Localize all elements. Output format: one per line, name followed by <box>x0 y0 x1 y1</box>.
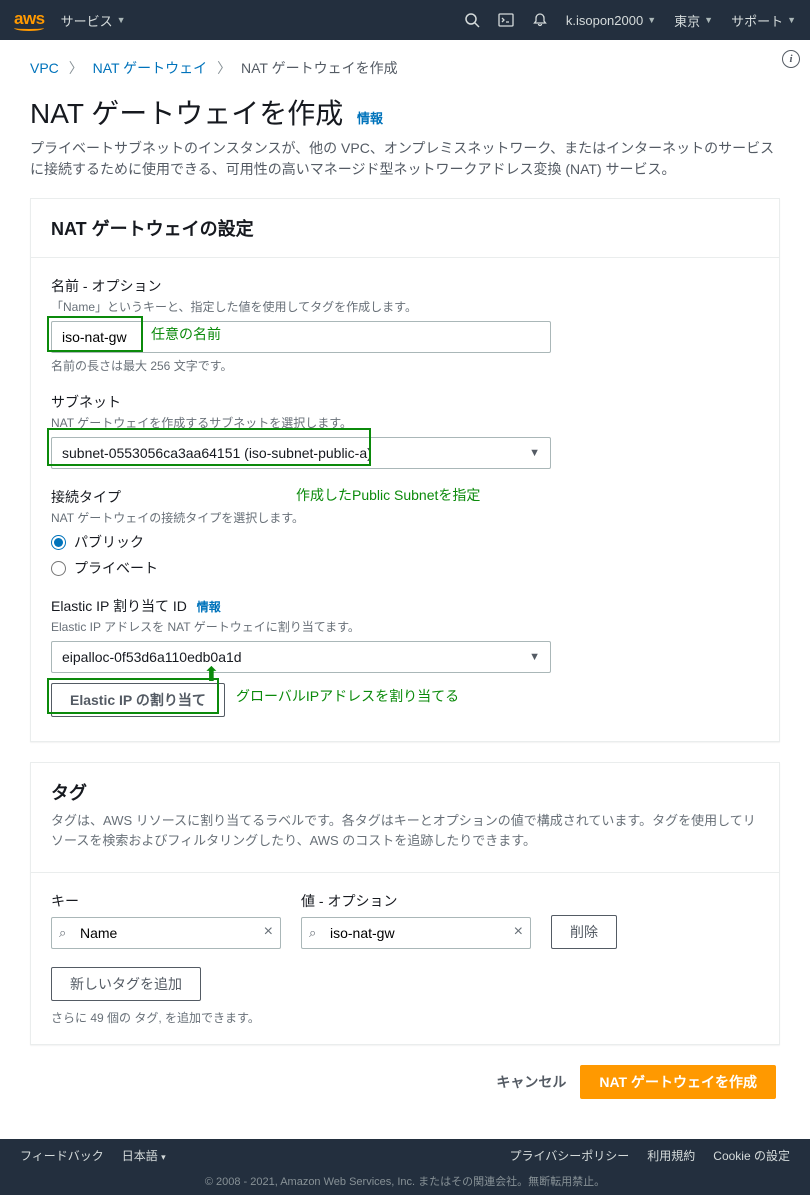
conn-hint: NAT ゲートウェイの接続タイプを選択します。 <box>51 509 759 526</box>
subnet-label: サブネット <box>51 392 759 412</box>
create-natgw-button[interactable]: NAT ゲートウェイを作成 <box>580 1065 776 1099</box>
cookie-link[interactable]: Cookie の設定 <box>713 1147 790 1164</box>
tag-value-input[interactable] <box>301 917 531 949</box>
annotation-name: 任意の名前 <box>151 324 221 344</box>
conn-private-label: プライベート <box>74 558 158 578</box>
copyright: © 2008 - 2021, Amazon Web Services, Inc.… <box>205 1176 605 1188</box>
name-hint: 「Name」というキーと、指定した値を使用してタグを作成します。 <box>51 298 759 315</box>
breadcrumb-current: NAT ゲートウェイを作成 <box>241 60 398 76</box>
subnet-select[interactable]: subnet-0553056ca3aa64151 (iso-subnet-pub… <box>51 437 551 469</box>
services-menu[interactable]: サービス▼ <box>61 11 126 30</box>
delete-tag-button[interactable]: 削除 <box>551 915 617 949</box>
feedback-link[interactable]: フィードバック <box>20 1147 104 1164</box>
tags-remaining: さらに 49 個の タグ, を追加できます。 <box>51 1009 759 1026</box>
top-navigation: aws サービス▼ k.isopon2000▼ 東京▼ サポート▼ <box>0 0 810 40</box>
region-menu[interactable]: 東京▼ <box>674 11 713 30</box>
settings-panel: NAT ゲートウェイの設定 名前 - オプション 「Name」というキーと、指定… <box>30 198 780 742</box>
terms-link[interactable]: 利用規約 <box>647 1147 695 1164</box>
breadcrumb: VPC 〉 NAT ゲートウェイ 〉 NAT ゲートウェイを作成 <box>30 58 780 78</box>
conn-public-label: パブリック <box>74 532 144 552</box>
cloudshell-icon[interactable] <box>498 12 514 28</box>
eip-hint: Elastic IP アドレスを NAT ゲートウェイに割り当てます。 <box>51 618 759 635</box>
conn-public-radio[interactable] <box>51 535 66 550</box>
tags-desc: タグは、AWS リソースに割り当てるラベルです。各タグはキーとオプションの値で構… <box>51 811 759 850</box>
name-note: 名前の長さは最大 256 文字です。 <box>51 357 759 374</box>
tags-panel: タグ タグは、AWS リソースに割り当てるラベルです。各タグはキーとオプションの… <box>30 762 780 1045</box>
page-info-link[interactable]: 情報 <box>357 111 383 126</box>
chevron-down-icon: ▼ <box>529 651 540 663</box>
clear-icon[interactable]: × <box>264 923 273 941</box>
search-icon: ⌕ <box>59 925 66 941</box>
privacy-link[interactable]: プライバシーポリシー <box>510 1147 630 1164</box>
add-tag-button[interactable]: 新しいタグを追加 <box>51 967 201 1001</box>
notifications-icon[interactable] <box>532 12 548 28</box>
language-menu[interactable]: 日本語 ▾ <box>122 1147 166 1164</box>
settings-header: NAT ゲートウェイの設定 <box>51 215 759 241</box>
tag-key-label: キー <box>51 891 281 911</box>
aws-logo[interactable]: aws <box>14 9 45 31</box>
annotation-subnet: 作成したPublic Subnetを指定 <box>296 485 480 505</box>
tag-key-input[interactable] <box>51 917 281 949</box>
search-icon[interactable] <box>464 12 480 28</box>
eip-info-link[interactable]: 情報 <box>197 600 221 614</box>
main-content: VPC 〉 NAT ゲートウェイ 〉 NAT ゲートウェイを作成 NAT ゲート… <box>0 40 810 1139</box>
eip-select[interactable]: eipalloc-0f53d6a110edb0a1d ▼ <box>51 641 551 673</box>
subnet-hint: NAT ゲートウェイを作成するサブネットを選択します。 <box>51 414 759 431</box>
tags-header: タグ <box>51 779 759 805</box>
name-input[interactable] <box>51 321 551 353</box>
user-menu[interactable]: k.isopon2000▼ <box>566 13 656 28</box>
form-actions: キャンセル NAT ゲートウェイを作成 <box>30 1065 780 1109</box>
name-label: 名前 - オプション <box>51 276 759 296</box>
breadcrumb-natgw[interactable]: NAT ゲートウェイ <box>93 60 208 76</box>
allocate-eip-button[interactable]: Elastic IP の割り当て <box>51 683 225 717</box>
search-icon: ⌕ <box>309 925 316 941</box>
clear-icon[interactable]: × <box>514 923 523 941</box>
eip-label: Elastic IP 割り当て ID 情報 <box>51 596 759 616</box>
tag-value-label: 値 - オプション <box>301 891 531 911</box>
chevron-down-icon: ▼ <box>529 447 540 459</box>
support-menu[interactable]: サポート▼ <box>731 11 796 30</box>
cancel-button[interactable]: キャンセル <box>496 1072 566 1092</box>
page-description: プライベートサブネットのインスタンスが、他の VPC、オンプレミスネットワーク、… <box>30 138 780 180</box>
page-title: NAT ゲートウェイを作成 情報 <box>30 92 780 132</box>
annotation-eip: グローバルIPアドレスを割り当てる <box>236 686 459 706</box>
breadcrumb-vpc[interactable]: VPC <box>30 60 59 76</box>
footer: フィードバック 日本語 ▾ プライバシーポリシー 利用規約 Cookie の設定 <box>0 1139 810 1172</box>
conn-private-radio[interactable] <box>51 561 66 576</box>
